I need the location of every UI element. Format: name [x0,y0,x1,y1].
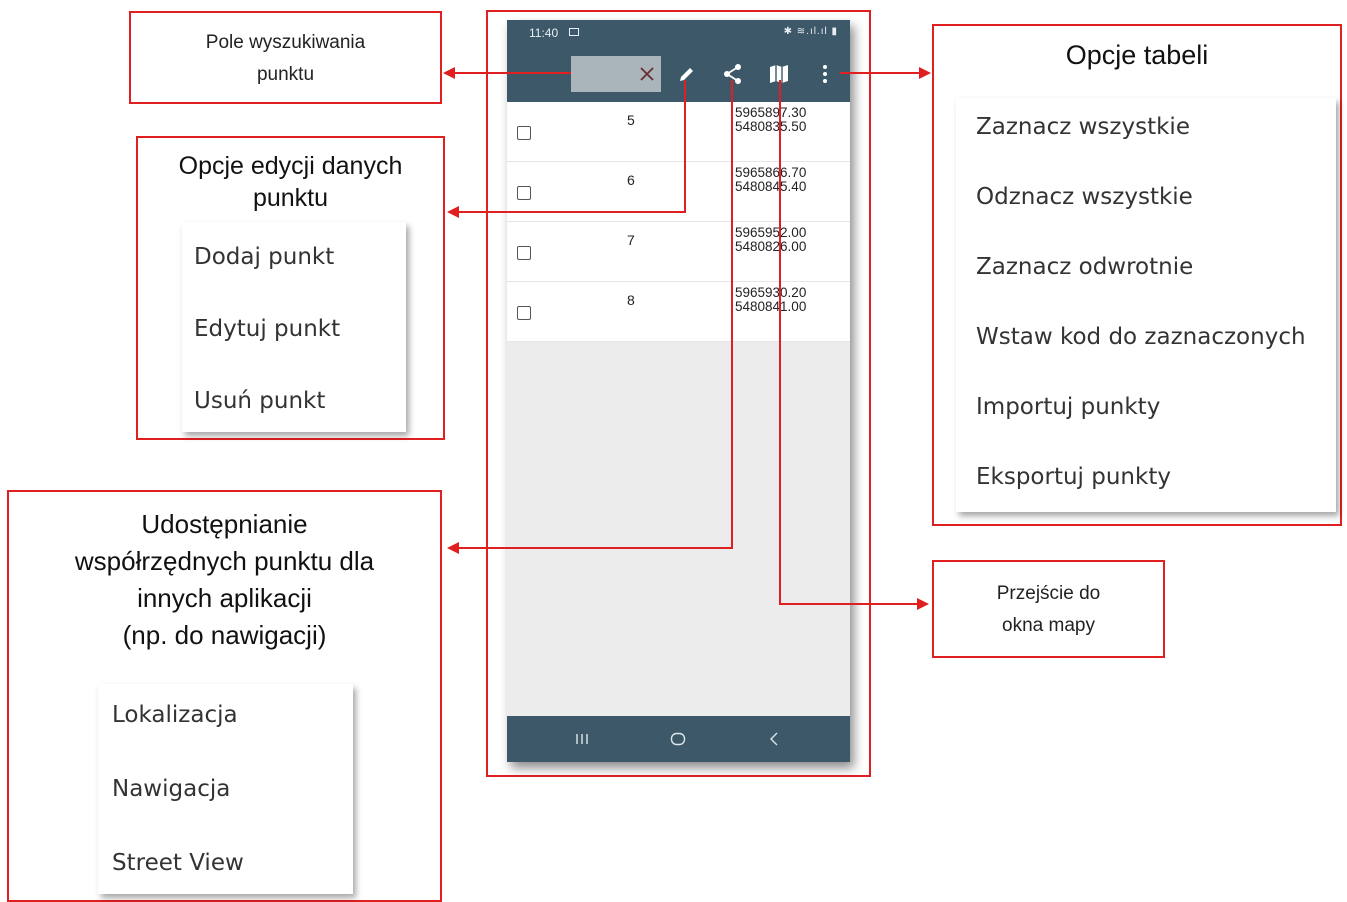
search-input[interactable] [571,56,661,92]
edit-icon [680,68,693,81]
menu-item-edit-point[interactable]: Edytuj punkt [194,316,340,342]
map-callout: Przejście do okna mapy [932,560,1165,658]
coord-y: 5480835.50 [735,119,807,134]
coord-x: 5965866.70 [735,165,807,180]
menu-item-import-points[interactable]: Importuj punkty [976,394,1160,420]
search-callout: Pole wyszukiwania punktu [129,11,442,104]
map-icon [770,65,788,83]
share-title-line3: innych aplikacji [137,583,312,613]
table-options-button[interactable] [805,46,845,102]
point-number: 5 [627,112,635,128]
phone-screen: 11:40 ✱ ≋.ıl.ıl ▮ 5 5965897.30 5480835.5… [507,20,850,762]
edit-button[interactable] [667,46,707,102]
close-icon[interactable] [639,66,655,82]
coord-x: 5965930.20 [735,285,807,300]
table-options-title: Opcje tabeli [1065,40,1209,70]
point-coordinates: 5965930.20 5480841.00 [735,286,806,314]
row-checkbox[interactable] [517,126,531,140]
home-icon[interactable] [670,732,686,746]
edit-title-line1: Opcje edycji danych [178,152,403,180]
row-checkbox[interactable] [517,306,531,320]
map-button[interactable] [759,46,799,102]
menu-item-insert-code[interactable]: Wstaw kod do zaznaczonych [976,324,1306,350]
menu-item-navigation[interactable]: Nawigacja [112,776,230,802]
table-options-callout: Opcje tabeli Zaznacz wszystkie Odznacz w… [932,24,1342,526]
share-callout: Udostępnianie współrzędnych punktu dla i… [7,490,442,902]
search-callout-line2: punktu [256,64,315,85]
more-vert-icon [823,65,827,83]
edit-options-menu: Dodaj punkt Edytuj punkt Usuń punkt [182,222,406,432]
table-row[interactable]: 7 5965952.00 5480826.00 [507,222,850,282]
share-title-line4: (np. do nawigacji) [122,620,327,650]
android-nav-bar [507,716,850,762]
share-menu: Lokalizacja Nawigacja Street View [98,684,353,894]
menu-item-street-view[interactable]: Street View [112,850,244,876]
point-coordinates: 5965897.30 5480835.50 [735,106,806,134]
row-checkbox[interactable] [517,246,531,260]
point-coordinates: 5965866.70 5480845.40 [735,166,806,194]
coord-x: 5965952.00 [735,225,807,240]
app-toolbar [507,46,850,102]
coord-y: 5480826.00 [735,239,807,254]
menu-item-delete-point[interactable]: Usuń punkt [194,388,325,414]
point-number: 7 [627,232,635,248]
share-button[interactable] [713,46,753,102]
share-callout-title: Udostępnianie współrzędnych punktu dla i… [9,506,440,654]
map-callout-line1: Przejście do [996,583,1101,604]
back-icon[interactable] [769,732,779,746]
edit-title-line2: punktu [252,184,329,212]
gallery-notification-icon [569,28,579,36]
coord-y: 5480841.00 [735,299,807,314]
map-callout-line2: okna mapy [1002,615,1095,636]
edit-options-callout: Opcje edycji danych punktu Dodaj punkt E… [136,136,445,440]
menu-item-deselect-all[interactable]: Odznacz wszystkie [976,184,1193,210]
coord-y: 5480845.40 [735,179,807,194]
menu-item-select-all[interactable]: Zaznacz wszystkie [976,114,1190,140]
table-row[interactable]: 6 5965866.70 5480845.40 [507,162,850,222]
share-icon [724,64,741,84]
menu-item-export-points[interactable]: Eksportuj punkty [976,464,1171,490]
table-options-menu: Zaznacz wszystkie Odznacz wszystkie Zazn… [956,98,1336,512]
point-coordinates: 5965952.00 5480826.00 [735,226,806,254]
point-number: 8 [627,292,635,308]
coord-x: 5965897.30 [735,105,807,120]
menu-item-add-point[interactable]: Dodaj punkt [194,244,334,270]
search-callout-line1: Pole wyszukiwania [205,32,366,53]
edit-options-title: Opcje edycji danych punktu [138,150,443,214]
recents-icon[interactable] [575,732,589,746]
status-time: 11:40 [529,26,559,40]
menu-item-location[interactable]: Lokalizacja [112,702,238,728]
status-bar: 11:40 ✱ ≋.ıl.ıl ▮ [507,20,850,46]
share-title-line1: Udostępnianie [141,509,308,539]
menu-item-invert-selection[interactable]: Zaznacz odwrotnie [976,254,1193,280]
row-checkbox[interactable] [517,186,531,200]
share-title-line2: współrzędnych punktu dla [74,546,375,576]
table-row[interactable]: 8 5965930.20 5480841.00 [507,282,850,342]
table-row[interactable]: 5 5965897.30 5480835.50 [507,102,850,162]
point-number: 6 [627,172,635,188]
status-icons: ✱ ≋.ıl.ıl ▮ [783,26,838,37]
